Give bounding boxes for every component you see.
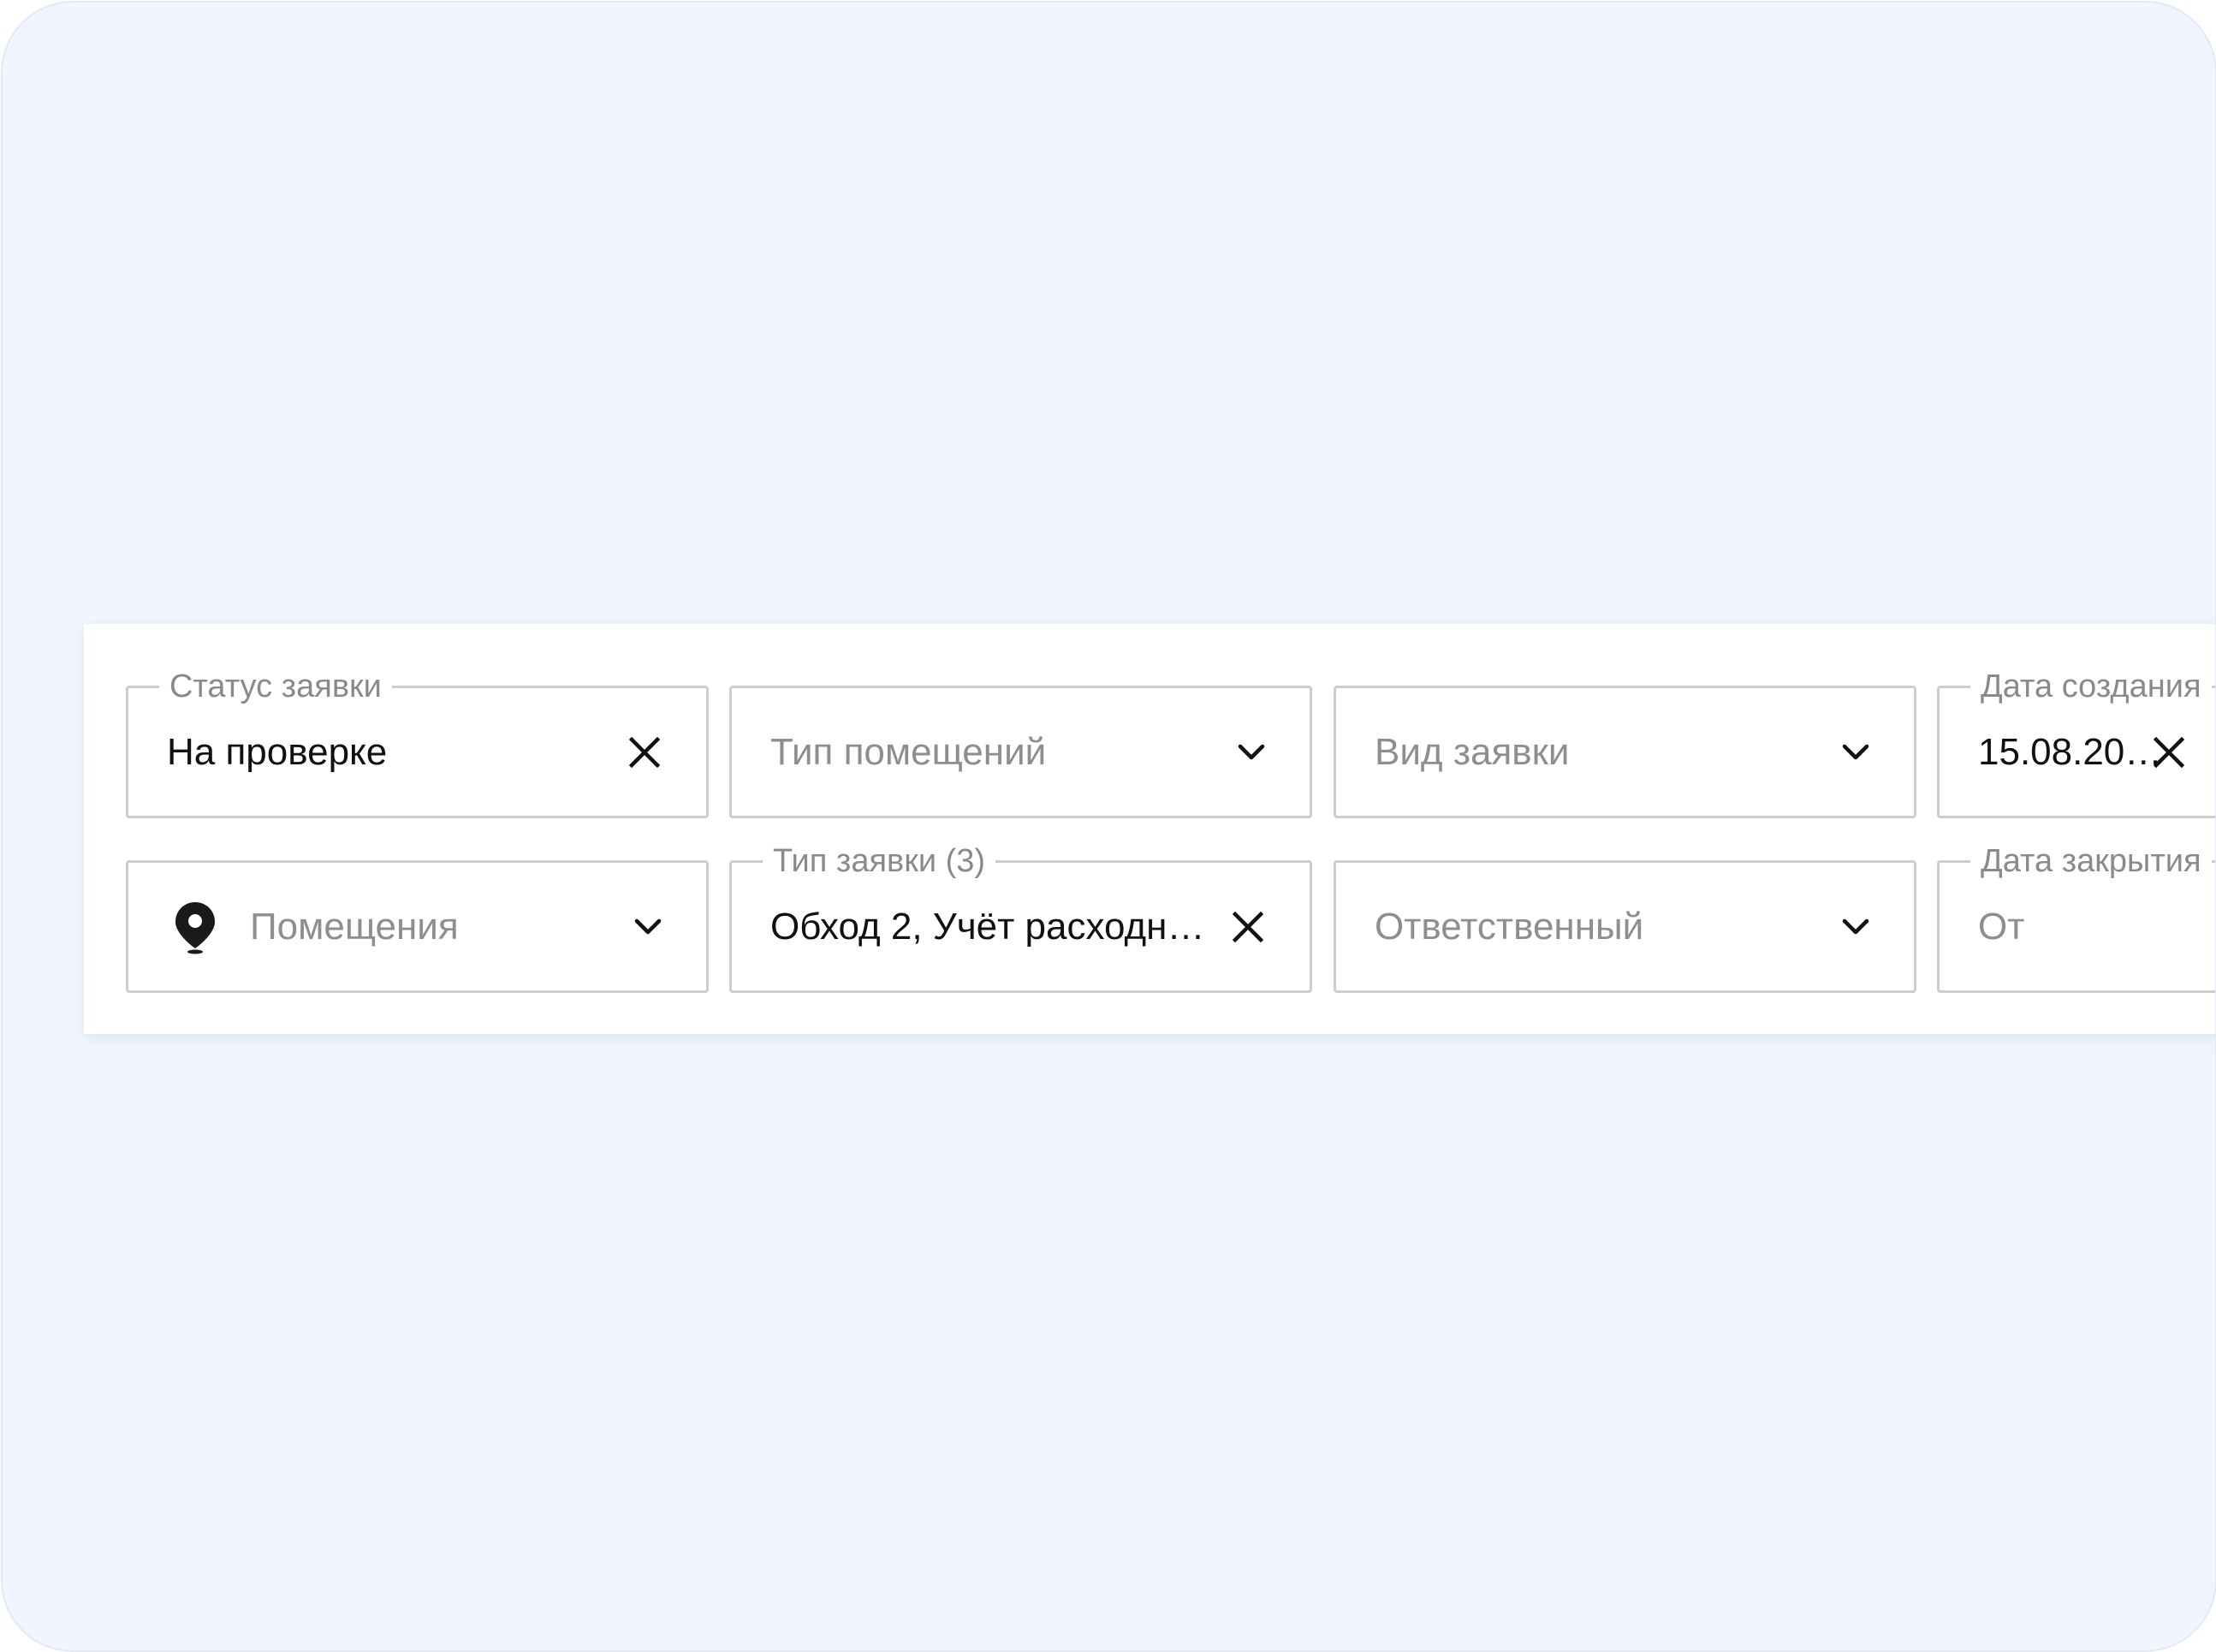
rooms-placeholder: Помещения: [250, 905, 459, 948]
status-filter[interactable]: Статус заявки На проверке: [126, 668, 709, 818]
rooms-select[interactable]: Помещения: [126, 860, 709, 993]
room-type-select[interactable]: Тип помещений: [729, 686, 1312, 818]
closed-date-from-placeholder[interactable]: От: [1978, 905, 2024, 949]
filters-panel: Статус заявки На проверке Тип помещений …: [84, 624, 2215, 1034]
request-type-filter[interactable]: Тип заявки (3) Обход 2, Учёт расходн…: [729, 842, 1312, 993]
location-pin-icon: [171, 899, 219, 955]
created-date-value: 15.08.20…: [1978, 730, 2163, 773]
request-type-label: Тип заявки (3): [763, 842, 996, 880]
screen-background: Статус заявки На проверке Тип помещений …: [1, 1, 2216, 1652]
responsible-select[interactable]: Ответственный: [1334, 860, 1916, 993]
request-kind-select[interactable]: Вид заявки: [1334, 686, 1916, 818]
status-filter-value: На проверке: [167, 730, 388, 773]
responsible-placeholder: Ответственный: [1375, 905, 1644, 948]
close-icon[interactable]: [621, 728, 668, 776]
room-type-placeholder: Тип помещений: [770, 730, 1047, 773]
created-date-label: Дата создания: [1970, 668, 2212, 705]
close-icon[interactable]: [2145, 728, 2193, 776]
created-date-filter[interactable]: Дата создания 15.08.20…: [1937, 668, 2215, 818]
chevron-down-icon[interactable]: [1832, 728, 1880, 776]
closed-date-label: Дата закрытия: [1970, 842, 2212, 880]
close-icon[interactable]: [1224, 903, 1272, 951]
chevron-down-icon[interactable]: [1832, 903, 1880, 951]
request-type-value: Обход 2, Учёт расходн…: [770, 905, 1205, 948]
chevron-down-icon[interactable]: [624, 903, 672, 951]
status-filter-label: Статус заявки: [159, 668, 392, 705]
closed-date-filter[interactable]: Дата закрытия От: [1937, 842, 2215, 993]
request-kind-placeholder: Вид заявки: [1375, 730, 1570, 773]
chevron-down-icon[interactable]: [1227, 728, 1275, 776]
